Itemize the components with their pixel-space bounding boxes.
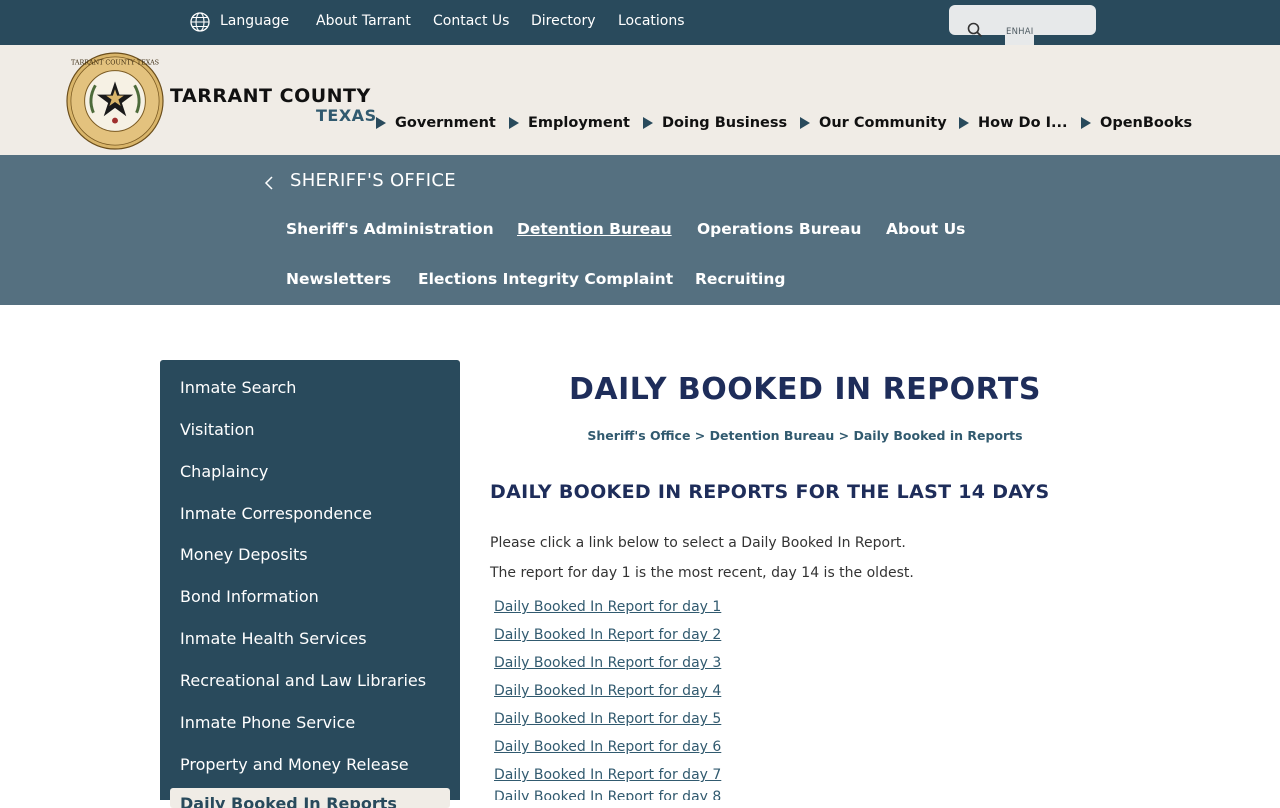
dept-link-elections-complaint[interactable]: Elections Integrity Complaint bbox=[418, 270, 673, 288]
brand-title[interactable]: TARRANT COUNTY bbox=[170, 85, 371, 107]
report-link-day-2[interactable]: Daily Booked In Report for day 2 bbox=[494, 627, 721, 643]
sidebar-item-visitation[interactable]: Visitation bbox=[180, 420, 255, 439]
report-link-day-4[interactable]: Daily Booked In Report for day 4 bbox=[494, 683, 721, 699]
department-title[interactable]: SHERIFF'S OFFICE bbox=[290, 170, 456, 191]
report-link-day-5[interactable]: Daily Booked In Report for day 5 bbox=[494, 711, 721, 727]
report-link-day-3[interactable]: Daily Booked In Report for day 3 bbox=[494, 655, 721, 671]
search-placeholder: ENHAI bbox=[1005, 27, 1035, 45]
breadcrumb[interactable]: Sheriff's Office > Detention Bureau > Da… bbox=[490, 428, 1120, 443]
mainnav-label: OpenBooks bbox=[1100, 115, 1193, 131]
dept-link-about-us[interactable]: About Us bbox=[886, 220, 965, 238]
sidebar-item-libraries[interactable]: Recreational and Law Libraries bbox=[180, 671, 426, 690]
util-link-locations[interactable]: Locations bbox=[618, 13, 685, 29]
mainnav-openbooks[interactable]: OpenBooks bbox=[1081, 113, 1192, 133]
report-link-day-8[interactable]: Daily Booked In Report for day 8 bbox=[494, 790, 721, 800]
triangle-icon bbox=[1081, 117, 1091, 129]
mainnav-how-do-i[interactable]: How Do I... bbox=[959, 113, 1068, 133]
search-input[interactable]: ENHAI bbox=[949, 5, 1096, 45]
seal-lettering: TARRANT COUNTY TEXAS bbox=[71, 59, 159, 67]
mainnav-doing-business[interactable]: Doing Business bbox=[643, 113, 787, 133]
sidebar-item-inmate-health[interactable]: Inmate Health Services bbox=[180, 629, 367, 648]
mainnav-label: Doing Business bbox=[662, 115, 788, 131]
dept-link-operations-bureau[interactable]: Operations Bureau bbox=[697, 220, 861, 238]
report-link-day-7[interactable]: Daily Booked In Report for day 7 bbox=[494, 767, 721, 783]
section-heading: DAILY BOOKED IN REPORTS FOR THE LAST 14 … bbox=[490, 481, 1050, 503]
sidebar-item-inmate-phone[interactable]: Inmate Phone Service bbox=[180, 713, 355, 732]
mainnav-label: Our Community bbox=[819, 115, 947, 131]
sidebar-item-bond-information[interactable]: Bond Information bbox=[180, 587, 319, 606]
language-selector[interactable]: Language bbox=[220, 13, 289, 29]
dept-link-newsletters[interactable]: Newsletters bbox=[286, 270, 391, 288]
page-title: DAILY BOOKED IN REPORTS bbox=[569, 372, 1041, 407]
sidebar-nav: Inmate Search Visitation Chaplaincy Inma… bbox=[160, 360, 460, 808]
triangle-icon bbox=[376, 117, 386, 129]
util-link-about[interactable]: About Tarrant bbox=[316, 13, 411, 29]
brand-subtitle[interactable]: TEXAS bbox=[316, 106, 377, 125]
mainnav-label: How Do I... bbox=[978, 115, 1068, 131]
globe-icon[interactable] bbox=[190, 12, 210, 32]
sidebar-item-label: Daily Booked In Reports bbox=[180, 794, 397, 808]
sidebar-item-money-deposits[interactable]: Money Deposits bbox=[180, 545, 308, 564]
report-link-day-6[interactable]: Daily Booked In Report for day 6 bbox=[494, 739, 721, 755]
mainnav-government[interactable]: Government bbox=[376, 113, 496, 133]
mainnav-employment[interactable]: Employment bbox=[509, 113, 630, 133]
sidebar-item-daily-booked-in[interactable]: Daily Booked In Reports bbox=[170, 788, 450, 808]
intro-note: The report for day 1 is the most recent,… bbox=[490, 565, 914, 581]
utility-bar: Language About Tarrant Contact Us Direct… bbox=[0, 0, 1280, 45]
triangle-icon bbox=[959, 117, 969, 129]
triangle-icon bbox=[800, 117, 810, 129]
sidebar-item-property-release[interactable]: Property and Money Release bbox=[180, 755, 409, 774]
report-link-day-1[interactable]: Daily Booked In Report for day 1 bbox=[494, 599, 721, 615]
triangle-icon bbox=[643, 117, 653, 129]
department-nav: SHERIFF'S OFFICE Sheriff's Administratio… bbox=[0, 155, 1280, 305]
sidebar-item-chaplaincy[interactable]: Chaplaincy bbox=[180, 462, 268, 481]
dept-link-administration[interactable]: Sheriff's Administration bbox=[286, 220, 494, 238]
site-header: TARRANT COUNTY TEXAS TARRANT COUNTY TEXA… bbox=[0, 45, 1280, 155]
sidebar-item-inmate-search[interactable]: Inmate Search bbox=[180, 378, 296, 397]
mainnav-label: Employment bbox=[528, 115, 630, 131]
mainnav-our-community[interactable]: Our Community bbox=[800, 113, 947, 133]
util-link-contact[interactable]: Contact Us bbox=[433, 13, 509, 29]
search-icon[interactable] bbox=[967, 22, 983, 38]
county-seal-logo[interactable]: TARRANT COUNTY TEXAS bbox=[66, 52, 164, 150]
chevron-left-icon[interactable] bbox=[263, 173, 275, 193]
triangle-icon bbox=[509, 117, 519, 129]
util-link-directory[interactable]: Directory bbox=[531, 13, 596, 29]
dept-link-recruiting[interactable]: Recruiting bbox=[695, 270, 785, 288]
mainnav-label: Government bbox=[395, 115, 496, 131]
dept-link-detention-bureau[interactable]: Detention Bureau bbox=[517, 220, 672, 238]
sidebar-item-inmate-correspondence[interactable]: Inmate Correspondence bbox=[180, 504, 372, 523]
intro-text: Please click a link below to select a Da… bbox=[490, 535, 906, 551]
